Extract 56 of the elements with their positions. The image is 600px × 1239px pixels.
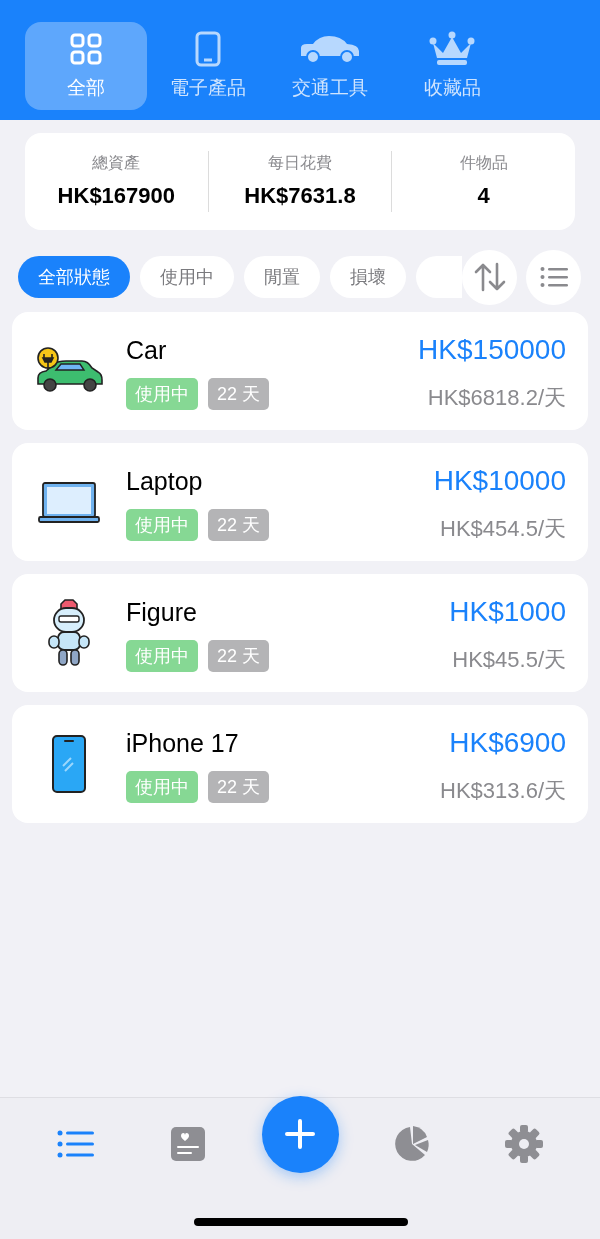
item-price: HK$10000 <box>433 463 566 498</box>
daily-cost: HK$6818.2 <box>427 383 538 412</box>
phone-icon <box>195 30 221 67</box>
days-tag: 22 天 <box>208 377 270 410</box>
per-day-unit: /天 <box>537 514 566 543</box>
summary-value: 4 <box>477 182 490 210</box>
daily-cost: HK$313.6 <box>440 776 538 805</box>
crown-icon <box>429 30 475 67</box>
item-price: HK$6900 <box>449 725 566 760</box>
status-tag: 使用中 <box>126 770 198 803</box>
filter-chip[interactable]: 使用中 <box>140 256 234 298</box>
item-price: HK$1000 <box>449 594 566 629</box>
summary-label: 每日花費 <box>268 153 332 173</box>
filter-chip[interactable]: 全部狀態 <box>18 256 130 298</box>
item-card[interactable]: Laptop 使用中 22 天 HK$10000 HK$454.5/天 <box>12 443 588 561</box>
item-price: HK$150000 <box>418 332 566 367</box>
days-tag: 22 天 <box>208 508 270 541</box>
status-tag: 使用中 <box>126 508 198 541</box>
summary-label: 件物品 <box>459 153 508 173</box>
per-day-unit: /天 <box>537 645 566 674</box>
category-tab[interactable]: 電子產品 <box>147 22 269 110</box>
filter-chip[interactable]: 損壞 <box>330 256 406 298</box>
list-icon[interactable] <box>57 1129 95 1159</box>
sort-arrows-icon <box>473 262 506 292</box>
filter-chip[interactable]: 閒置 <box>244 256 320 298</box>
category-tab[interactable]: 收藏品 <box>391 22 513 110</box>
knight-figure-icon <box>47 598 91 668</box>
daily-cost: HK$454.5 <box>440 514 538 543</box>
laptop-icon <box>37 479 101 525</box>
car-icon <box>299 33 361 64</box>
item-card[interactable]: Figure 使用中 22 天 HK$1000 HK$45.5/天 <box>12 574 588 692</box>
item-name: iPhone 17 <box>126 728 240 760</box>
per-day-unit: /天 <box>537 776 566 805</box>
smartphone-icon <box>51 734 87 794</box>
grid-icon <box>69 31 103 66</box>
category-tab[interactable]: 全部 <box>25 22 147 110</box>
summary-label: 總資產 <box>92 153 141 173</box>
item-name: Car <box>126 335 168 367</box>
item-name: Figure <box>126 597 198 629</box>
per-day-unit: /天 <box>537 383 566 412</box>
daily-cost: HK$45.5 <box>452 645 538 674</box>
item-card[interactable]: Car 使用中 22 天 HK$150000 HK$6818.2/天 <box>12 312 588 430</box>
add-button[interactable] <box>261 1095 339 1173</box>
days-tag: 22 天 <box>208 770 270 803</box>
plus-icon <box>284 1118 316 1150</box>
item-name: Laptop <box>126 466 204 498</box>
pie-chart-icon[interactable] <box>393 1125 431 1163</box>
days-tag: 22 天 <box>208 639 270 672</box>
status-tag: 使用中 <box>126 377 198 410</box>
summary-value: HK$7631.8 <box>244 182 356 210</box>
status-tag: 使用中 <box>126 639 198 672</box>
settings-icon[interactable] <box>504 1124 544 1164</box>
item-card[interactable]: iPhone 17 使用中 22 天 HK$6900 HK$313.6/天 <box>12 705 588 823</box>
summary-value: HK$167900 <box>57 182 176 210</box>
category-tab[interactable]: 交通工具 <box>269 22 391 110</box>
list-icon <box>539 266 568 288</box>
